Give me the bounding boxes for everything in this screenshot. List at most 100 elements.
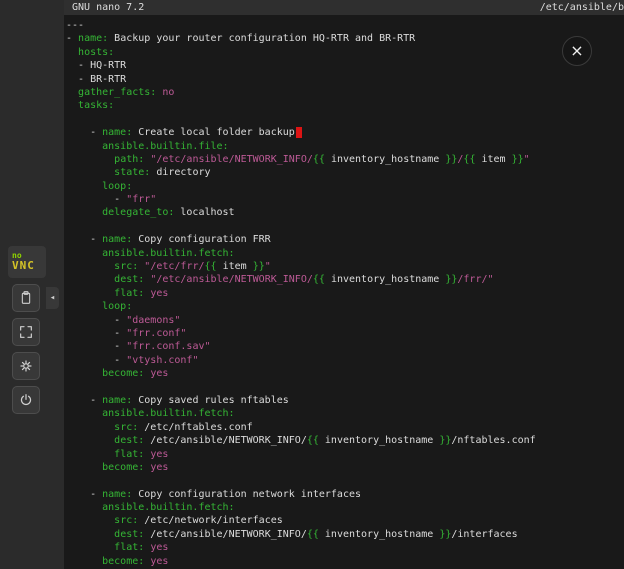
code-token <box>66 288 114 299</box>
code-token: src: <box>114 515 138 526</box>
code-token: }} <box>439 529 451 540</box>
code-token: state: <box>114 167 150 178</box>
clipboard-button[interactable] <box>12 284 40 312</box>
fullscreen-button[interactable] <box>12 318 40 346</box>
code-token: tasks: <box>78 100 114 111</box>
code-token: {{ <box>307 435 319 446</box>
code-token: /interfaces <box>451 529 517 540</box>
code-token: - <box>66 33 78 44</box>
code-token: Backup your router configuration HQ-RTR … <box>108 33 415 44</box>
code-token: - <box>66 328 126 339</box>
code-token <box>66 368 102 379</box>
code-token <box>66 422 114 433</box>
code-line: dest: /etc/ansible/NETWORK_INFO/{{ inven… <box>66 434 624 447</box>
code-token: loop: <box>102 181 132 192</box>
code-line: - "daemons" <box>66 314 624 327</box>
code-line: src: /etc/nftables.conf <box>66 421 624 434</box>
code-token: /frr/" <box>457 274 493 285</box>
code-token: /etc/nftables.conf <box>138 422 252 433</box>
code-token: " <box>524 154 530 165</box>
code-line: hosts: <box>66 46 624 59</box>
code-token: /etc/ansible/NETWORK_INFO/ <box>144 435 307 446</box>
code-line: dest: /etc/ansible/NETWORK_INFO/{{ inven… <box>66 528 624 541</box>
code-line: ansible.builtin.file: <box>66 140 624 153</box>
code-token: {{ <box>307 529 319 540</box>
code-token: Copy saved rules nftables <box>132 395 289 406</box>
code-token <box>66 462 102 473</box>
code-token: src: <box>114 422 138 433</box>
code-line: ansible.builtin.fetch: <box>66 247 624 260</box>
code-token: ansible.builtin.fetch: <box>102 248 234 259</box>
code-token: directory <box>150 167 210 178</box>
code-token: delegate_to: <box>102 207 174 218</box>
code-line: become: yes <box>66 367 624 380</box>
novnc-logo: no VNC <box>8 246 46 278</box>
code-token: - <box>66 315 126 326</box>
code-token <box>66 207 102 218</box>
code-token: src: <box>114 261 138 272</box>
close-button[interactable]: × <box>562 36 592 66</box>
code-line: src: "/etc/frr/{{ item }}" <box>66 260 624 273</box>
code-line <box>66 220 624 233</box>
code-token <box>66 274 114 285</box>
code-line: state: directory <box>66 166 624 179</box>
code-token: }} <box>512 154 524 165</box>
nano-version: GNU nano 7.2 <box>72 2 144 13</box>
code-token: inventory_hostname <box>325 154 445 165</box>
code-token <box>66 261 114 272</box>
editor-content[interactable]: ---- name: Backup your router configurat… <box>64 15 624 568</box>
code-token: become: <box>102 368 144 379</box>
code-line: ansible.builtin.fetch: <box>66 407 624 420</box>
code-token: gather_facts: <box>78 87 156 98</box>
code-token: {{ <box>313 154 325 165</box>
code-token: - BR-RTR <box>66 74 126 85</box>
code-token: - <box>66 341 126 352</box>
code-token: {{ <box>205 261 217 272</box>
code-line: - HQ-RTR <box>66 59 624 72</box>
code-line: - name: Backup your router configuration… <box>66 32 624 45</box>
code-token: "/etc/ansible/NETWORK_INFO/ <box>150 274 313 285</box>
code-token: }} <box>439 435 451 446</box>
vnc-control-bar: no VNC ◂ <box>0 0 64 569</box>
control-bar-collapse-handle[interactable]: ◂ <box>46 287 59 309</box>
code-token: no <box>162 87 174 98</box>
code-token <box>66 141 102 152</box>
code-token: dest: <box>114 274 144 285</box>
code-token: item <box>217 261 253 272</box>
code-token: yes <box>150 556 168 567</box>
code-token: }} <box>253 261 265 272</box>
code-token: - HQ-RTR <box>66 60 126 71</box>
settings-button[interactable] <box>12 352 40 380</box>
code-token: "frr.conf" <box>126 328 186 339</box>
code-token: inventory_hostname <box>319 529 439 540</box>
code-token: dest: <box>114 529 144 540</box>
code-token: Copy configuration network interfaces <box>132 489 361 500</box>
code-token: "/etc/ansible/NETWORK_INFO/ <box>150 154 313 165</box>
code-token <box>66 502 102 513</box>
code-token: path: <box>114 154 144 165</box>
code-token: "frr.conf.sav" <box>126 341 210 352</box>
code-token: "daemons" <box>126 315 180 326</box>
code-line: ansible.builtin.fetch: <box>66 501 624 514</box>
code-token: flat: <box>114 542 144 553</box>
code-line: become: yes <box>66 555 624 568</box>
code-token: dest: <box>114 435 144 446</box>
code-token: localhost <box>174 207 234 218</box>
code-line: dest: "/etc/ansible/NETWORK_INFO/{{ inve… <box>66 273 624 286</box>
code-token: yes <box>150 462 168 473</box>
code-token: "frr" <box>126 194 156 205</box>
code-token <box>66 181 102 192</box>
code-line <box>66 113 624 126</box>
code-token: name: <box>102 127 132 138</box>
code-token: name: <box>102 489 132 500</box>
code-token: "/etc/frr/ <box>144 261 204 272</box>
code-token: name: <box>78 33 108 44</box>
code-line: - "frr" <box>66 193 624 206</box>
code-token: - <box>66 127 102 138</box>
code-line: - "vtysh.conf" <box>66 354 624 367</box>
close-icon: × <box>570 43 583 59</box>
code-token: name: <box>102 234 132 245</box>
disconnect-button[interactable] <box>12 386 40 414</box>
code-token: - <box>66 489 102 500</box>
novnc-logo-text: VNC <box>12 260 35 272</box>
